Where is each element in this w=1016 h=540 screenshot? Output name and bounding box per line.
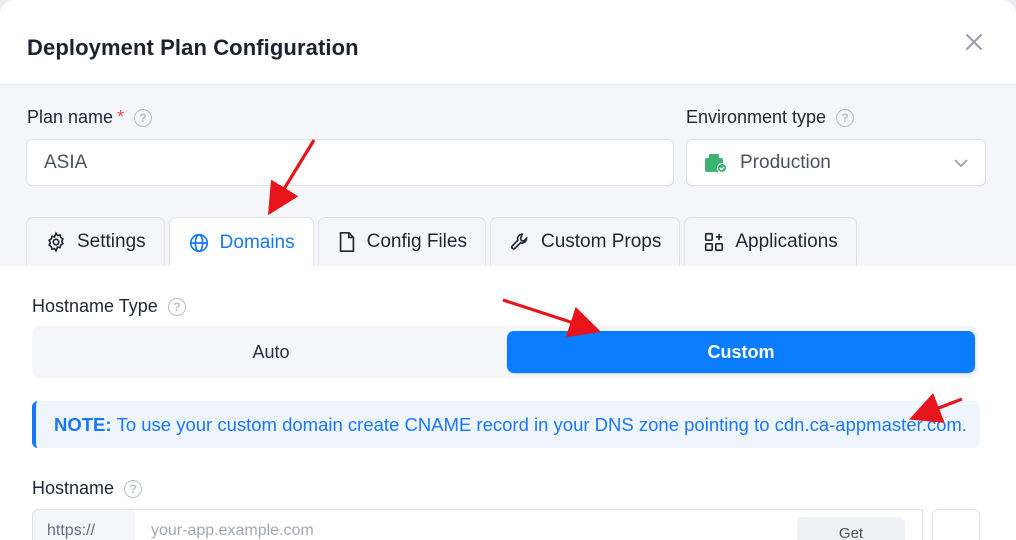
environment-production-icon — [705, 153, 727, 173]
tab-applications[interactable]: Applications — [684, 217, 857, 266]
wrench-icon — [511, 233, 528, 250]
plan-name-value: ASIA — [44, 151, 88, 173]
note-prefix: NOTE: — [54, 413, 112, 435]
tab-settings[interactable]: Settings — [26, 217, 165, 266]
plan-name-label: Plan name *? — [27, 107, 153, 128]
hostname-type-segmented: Auto Custom — [32, 326, 978, 378]
tab-custom-props-label: Custom Props — [540, 231, 662, 252]
environment-type-label-text: Environment type — [686, 107, 827, 127]
tab-config-files[interactable]: Config Files — [317, 217, 486, 266]
file-icon — [339, 232, 354, 252]
globe-icon — [189, 233, 208, 252]
chevron-down-icon — [954, 159, 968, 168]
environment-type-value: Production — [740, 151, 831, 173]
tab-custom-props[interactable]: Custom Props — [489, 217, 681, 266]
gear-icon — [48, 231, 64, 253]
tab-config-files-label: Config Files — [366, 231, 467, 252]
copy-button[interactable] — [932, 509, 980, 540]
help-icon[interactable]: ? — [167, 297, 186, 316]
hostname-type-custom-option[interactable]: Custom — [507, 331, 975, 373]
dialog-title: Deployment Plan Configuration — [27, 35, 359, 60]
close-icon[interactable] — [962, 30, 986, 54]
help-icon[interactable]: ? — [836, 108, 855, 127]
dialog-header: Deployment Plan Configuration — [0, 0, 1016, 85]
hostname-type-auto-option[interactable]: Auto — [38, 331, 504, 373]
hostname-type-label-text: Hostname Type — [32, 296, 158, 316]
tab-settings-label: Settings — [77, 231, 146, 252]
domains-panel: Hostname Type? Auto Custom NOTE: To use … — [0, 266, 1016, 540]
tab-domains-label: Domains — [219, 231, 295, 253]
environment-type-select[interactable]: Production — [686, 139, 986, 186]
tab-applications-label: Applications — [735, 231, 838, 252]
plan-name-input[interactable]: ASIA — [26, 139, 674, 186]
tab-domains[interactable]: Domains — [168, 217, 314, 267]
help-icon[interactable]: ? — [134, 108, 153, 127]
hostname-type-label: Hostname Type? — [32, 296, 186, 317]
config-tabs: Settings Domains Config Files Custom Pro… — [26, 217, 857, 267]
help-icon[interactable]: ? — [124, 479, 143, 498]
cname-note: NOTE: To use your custom domain create C… — [32, 401, 980, 448]
note-text: To use your custom domain create CNAME r… — [116, 413, 967, 435]
deployment-plan-dialog: Deployment Plan Configuration Plan name *… — [0, 0, 1016, 540]
apps-icon — [705, 232, 724, 252]
hostname-prefix: https:// — [32, 509, 136, 540]
environment-type-label: Environment type? — [686, 107, 855, 128]
hostname-label-text: Hostname — [32, 478, 115, 498]
plan-name-label-text: Plan name — [27, 107, 114, 127]
hostname-row: https:// your-app.example.com Get — [32, 509, 980, 540]
hostname-label: Hostname? — [32, 478, 143, 499]
required-mark: * — [117, 107, 125, 127]
